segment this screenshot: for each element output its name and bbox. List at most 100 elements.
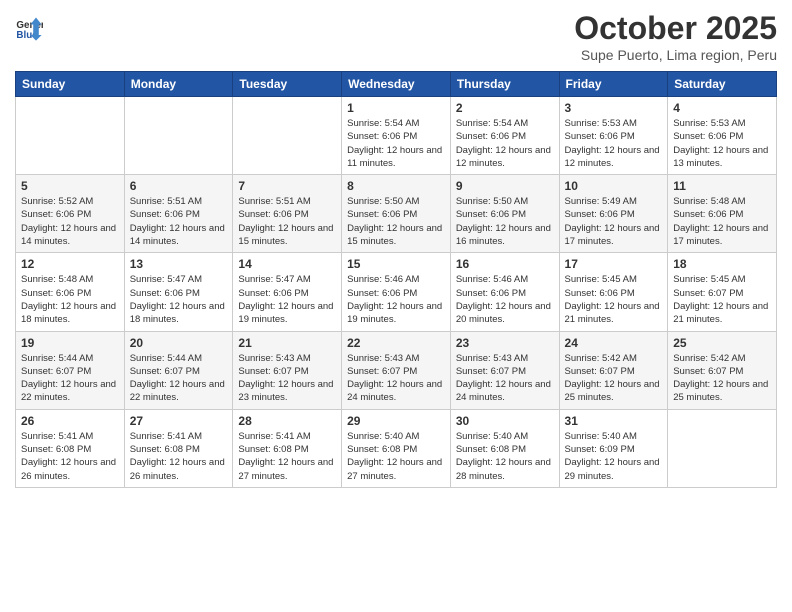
location-subtitle: Supe Puerto, Lima region, Peru: [574, 47, 777, 63]
day-info: Sunrise: 5:48 AM Sunset: 6:06 PM Dayligh…: [21, 273, 119, 326]
calendar-table: SundayMondayTuesdayWednesdayThursdayFrid…: [15, 71, 777, 488]
day-number: 4: [673, 101, 771, 115]
day-number: 13: [130, 257, 228, 271]
day-info: Sunrise: 5:44 AM Sunset: 6:07 PM Dayligh…: [21, 352, 119, 405]
header: General Blue October 2025 Supe Puerto, L…: [15, 10, 777, 63]
calendar-cell: 4 Sunrise: 5:53 AM Sunset: 6:06 PM Daylig…: [668, 97, 777, 175]
calendar-cell: 16 Sunrise: 5:46 AM Sunset: 6:06 PM Dayli…: [450, 253, 559, 331]
day-info: Sunrise: 5:40 AM Sunset: 6:09 PM Dayligh…: [565, 430, 663, 483]
day-info: Sunrise: 5:50 AM Sunset: 6:06 PM Dayligh…: [347, 195, 445, 248]
calendar-cell: 18 Sunrise: 5:45 AM Sunset: 6:07 PM Dayli…: [668, 253, 777, 331]
day-number: 5: [21, 179, 119, 193]
calendar-cell: 24 Sunrise: 5:42 AM Sunset: 6:07 PM Dayli…: [559, 331, 668, 409]
week-row-1: 1 Sunrise: 5:54 AM Sunset: 6:06 PM Daylig…: [16, 97, 777, 175]
day-number: 19: [21, 336, 119, 350]
weekday-header-row: SundayMondayTuesdayWednesdayThursdayFrid…: [16, 72, 777, 97]
day-number: 24: [565, 336, 663, 350]
day-number: 30: [456, 414, 554, 428]
day-info: Sunrise: 5:49 AM Sunset: 6:06 PM Dayligh…: [565, 195, 663, 248]
day-number: 21: [238, 336, 336, 350]
day-info: Sunrise: 5:46 AM Sunset: 6:06 PM Dayligh…: [456, 273, 554, 326]
week-row-4: 19 Sunrise: 5:44 AM Sunset: 6:07 PM Dayli…: [16, 331, 777, 409]
day-number: 9: [456, 179, 554, 193]
day-info: Sunrise: 5:43 AM Sunset: 6:07 PM Dayligh…: [238, 352, 336, 405]
day-number: 28: [238, 414, 336, 428]
day-info: Sunrise: 5:41 AM Sunset: 6:08 PM Dayligh…: [238, 430, 336, 483]
calendar-page: General Blue October 2025 Supe Puerto, L…: [0, 0, 792, 612]
calendar-cell: 11Sunrise: 5:48 AM Sunset: 6:06 PM Dayli…: [668, 175, 777, 253]
calendar-cell: 19 Sunrise: 5:44 AM Sunset: 6:07 PM Dayli…: [16, 331, 125, 409]
calendar-cell: [233, 97, 342, 175]
day-number: 15: [347, 257, 445, 271]
calendar-cell: 14Sunrise: 5:47 AM Sunset: 6:06 PM Dayli…: [233, 253, 342, 331]
calendar-cell: 21 Sunrise: 5:43 AM Sunset: 6:07 PM Dayli…: [233, 331, 342, 409]
calendar-cell: 9 Sunrise: 5:50 AM Sunset: 6:06 PM Daylig…: [450, 175, 559, 253]
calendar-cell: 25Sunrise: 5:42 AM Sunset: 6:07 PM Dayli…: [668, 331, 777, 409]
calendar-cell: 22 Sunrise: 5:43 AM Sunset: 6:07 PM Dayli…: [342, 331, 451, 409]
calendar-cell: 12 Sunrise: 5:48 AM Sunset: 6:06 PM Dayli…: [16, 253, 125, 331]
calendar-cell: 29Sunrise: 5:40 AM Sunset: 6:08 PM Dayli…: [342, 409, 451, 487]
day-info: Sunrise: 5:45 AM Sunset: 6:07 PM Dayligh…: [673, 273, 771, 326]
week-row-3: 12 Sunrise: 5:48 AM Sunset: 6:06 PM Dayli…: [16, 253, 777, 331]
calendar-cell: 1Sunrise: 5:54 AM Sunset: 6:06 PM Daylig…: [342, 97, 451, 175]
weekday-header-thursday: Thursday: [450, 72, 559, 97]
day-info: Sunrise: 5:46 AM Sunset: 6:06 PM Dayligh…: [347, 273, 445, 326]
title-block: October 2025 Supe Puerto, Lima region, P…: [574, 10, 777, 63]
day-number: 10: [565, 179, 663, 193]
day-info: Sunrise: 5:42 AM Sunset: 6:07 PM Dayligh…: [565, 352, 663, 405]
day-info: Sunrise: 5:47 AM Sunset: 6:06 PM Dayligh…: [130, 273, 228, 326]
weekday-header-friday: Friday: [559, 72, 668, 97]
day-info: Sunrise: 5:40 AM Sunset: 6:08 PM Dayligh…: [456, 430, 554, 483]
day-info: Sunrise: 5:45 AM Sunset: 6:06 PM Dayligh…: [565, 273, 663, 326]
calendar-cell: 13 Sunrise: 5:47 AM Sunset: 6:06 PM Dayli…: [124, 253, 233, 331]
calendar-cell: 3 Sunrise: 5:53 AM Sunset: 6:06 PM Daylig…: [559, 97, 668, 175]
day-number: 14: [238, 257, 336, 271]
calendar-cell: 23 Sunrise: 5:43 AM Sunset: 6:07 PM Dayli…: [450, 331, 559, 409]
day-number: 2: [456, 101, 554, 115]
calendar-cell: 27Sunrise: 5:41 AM Sunset: 6:08 PM Dayli…: [124, 409, 233, 487]
day-info: Sunrise: 5:42 AM Sunset: 6:07 PM Dayligh…: [673, 352, 771, 405]
day-info: Sunrise: 5:43 AM Sunset: 6:07 PM Dayligh…: [347, 352, 445, 405]
calendar-cell: 6Sunrise: 5:51 AM Sunset: 6:06 PM Daylig…: [124, 175, 233, 253]
calendar-cell: 17 Sunrise: 5:45 AM Sunset: 6:06 PM Dayli…: [559, 253, 668, 331]
calendar-cell: 5 Sunrise: 5:52 AM Sunset: 6:06 PM Daylig…: [16, 175, 125, 253]
day-number: 26: [21, 414, 119, 428]
day-info: Sunrise: 5:41 AM Sunset: 6:08 PM Dayligh…: [21, 430, 119, 483]
day-info: Sunrise: 5:53 AM Sunset: 6:06 PM Dayligh…: [565, 117, 663, 170]
calendar-cell: 30 Sunrise: 5:40 AM Sunset: 6:08 PM Dayli…: [450, 409, 559, 487]
day-number: 20: [130, 336, 228, 350]
day-info: Sunrise: 5:53 AM Sunset: 6:06 PM Dayligh…: [673, 117, 771, 170]
week-row-2: 5 Sunrise: 5:52 AM Sunset: 6:06 PM Daylig…: [16, 175, 777, 253]
weekday-header-sunday: Sunday: [16, 72, 125, 97]
day-number: 7: [238, 179, 336, 193]
day-number: 1: [347, 101, 445, 115]
calendar-cell: 2 Sunrise: 5:54 AM Sunset: 6:06 PM Daylig…: [450, 97, 559, 175]
calendar-cell: 8 Sunrise: 5:50 AM Sunset: 6:06 PM Daylig…: [342, 175, 451, 253]
day-number: 23: [456, 336, 554, 350]
week-row-5: 26 Sunrise: 5:41 AM Sunset: 6:08 PM Dayli…: [16, 409, 777, 487]
day-info: Sunrise: 5:52 AM Sunset: 6:06 PM Dayligh…: [21, 195, 119, 248]
calendar-cell: 10 Sunrise: 5:49 AM Sunset: 6:06 PM Dayli…: [559, 175, 668, 253]
day-info: Sunrise: 5:51 AM Sunset: 6:06 PM Dayligh…: [130, 195, 228, 248]
logo-icon: General Blue: [15, 14, 43, 42]
day-number: 12: [21, 257, 119, 271]
day-number: 18: [673, 257, 771, 271]
weekday-header-tuesday: Tuesday: [233, 72, 342, 97]
day-number: 29: [347, 414, 445, 428]
day-number: 17: [565, 257, 663, 271]
day-number: 31: [565, 414, 663, 428]
weekday-header-wednesday: Wednesday: [342, 72, 451, 97]
day-number: 27: [130, 414, 228, 428]
day-info: Sunrise: 5:44 AM Sunset: 6:07 PM Dayligh…: [130, 352, 228, 405]
day-info: Sunrise: 5:50 AM Sunset: 6:06 PM Dayligh…: [456, 195, 554, 248]
day-number: 22: [347, 336, 445, 350]
day-info: Sunrise: 5:48 AM Sunset: 6:06 PM Dayligh…: [673, 195, 771, 248]
day-info: Sunrise: 5:54 AM Sunset: 6:06 PM Dayligh…: [456, 117, 554, 170]
day-info: Sunrise: 5:43 AM Sunset: 6:07 PM Dayligh…: [456, 352, 554, 405]
calendar-cell: 28 Sunrise: 5:41 AM Sunset: 6:08 PM Dayli…: [233, 409, 342, 487]
calendar-cell: 20 Sunrise: 5:44 AM Sunset: 6:07 PM Dayli…: [124, 331, 233, 409]
day-number: 3: [565, 101, 663, 115]
logo: General Blue: [15, 14, 45, 42]
day-number: 16: [456, 257, 554, 271]
day-number: 8: [347, 179, 445, 193]
